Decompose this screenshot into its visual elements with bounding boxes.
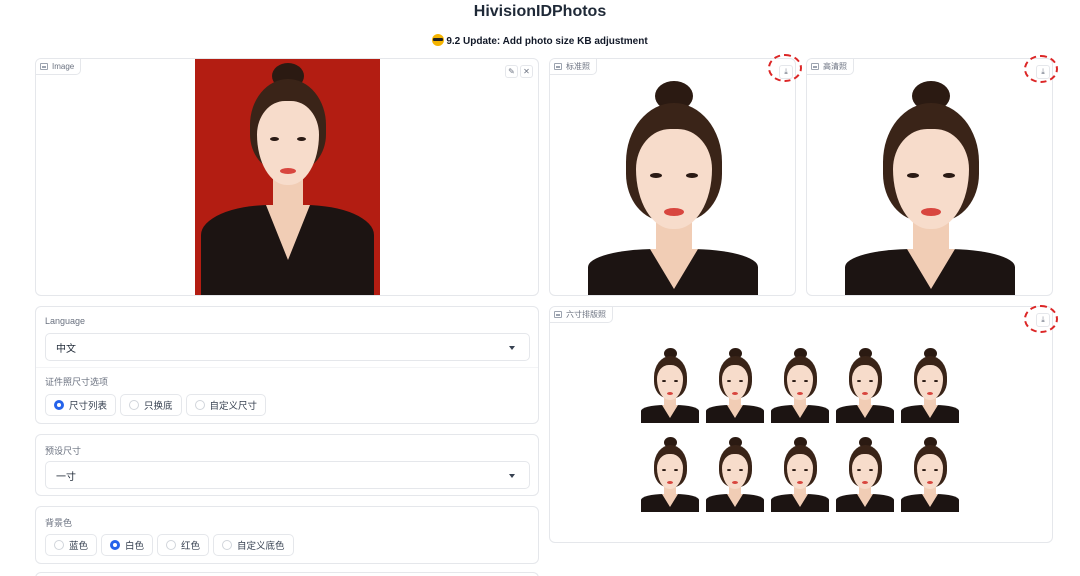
layout-label-chip: 六寸排版照 <box>550 307 613 323</box>
radio-label: 自定义底色 <box>237 541 285 552</box>
radio-custom-size[interactable]: 自定义尺寸 <box>185 394 267 416</box>
update-banner: 9.2 Update: Add photo size KB adjustment <box>0 34 1080 47</box>
radio-white[interactable]: 白色 <box>101 534 154 556</box>
standard-label-chip: 标准照 <box>550 59 597 75</box>
radio-label: 自定义尺寸 <box>209 401 258 412</box>
layout-thumbnail <box>771 347 829 423</box>
layout-thumbnail <box>771 436 829 512</box>
background-color-label: 背景色 <box>45 518 73 528</box>
radio-dot <box>110 540 121 550</box>
next-panel-edge <box>35 572 539 576</box>
hd-photo-panel: 高清照 ⤓ <box>806 58 1053 296</box>
uploaded-photo <box>195 59 380 295</box>
layout-thumbnail <box>641 347 699 423</box>
pencil-icon: ✎ <box>508 67 515 76</box>
download-icon: ⤓ <box>1041 67 1045 76</box>
radio-size-list[interactable]: 尺寸列表 <box>45 394 117 416</box>
image-label-chip: Image <box>36 59 82 75</box>
layout-photo-panel: 六寸排版照 ⤓ <box>549 306 1053 543</box>
standard-photo <box>588 77 758 295</box>
radio-dot <box>166 540 177 550</box>
hd-photo <box>845 77 1015 295</box>
chevron-down-icon <box>509 346 515 350</box>
radio-red[interactable]: 红色 <box>157 534 210 556</box>
hd-download-button[interactable]: ⤓ <box>1036 65 1050 79</box>
standard-label: 标准照 <box>566 62 590 71</box>
language-value: 中文 <box>56 343 76 355</box>
language-label: Language <box>45 316 86 326</box>
input-image-panel[interactable]: Image ✎ ✕ <box>35 58 539 296</box>
radio-change-bg-only[interactable]: 只换底 <box>120 394 182 416</box>
layout-thumbnail <box>901 436 959 512</box>
preset-size-label: 预设尺寸 <box>45 446 82 456</box>
image-icon <box>554 63 562 70</box>
update-text: 9.2 Update: Add photo size KB adjustment <box>446 36 648 47</box>
layout-thumbnail <box>836 347 894 423</box>
image-label: Image <box>52 62 75 71</box>
close-icon: ✕ <box>523 67 530 76</box>
app-title: HivisionIDPhotos <box>473 3 607 20</box>
clear-button[interactable]: ✕ <box>520 65 533 78</box>
download-icon: ⤓ <box>1041 315 1045 324</box>
preset-size-select[interactable]: 一寸 <box>45 461 530 489</box>
sunglasses-emoji-icon <box>432 34 445 46</box>
image-icon <box>811 63 819 70</box>
radio-custom-color[interactable]: 自定义底色 <box>213 534 294 556</box>
background-color-group: 蓝色 白色 红色 自定义底色 <box>45 534 294 556</box>
chevron-down-icon <box>509 474 515 478</box>
edit-button[interactable]: ✎ <box>505 65 518 78</box>
image-icon <box>554 311 562 318</box>
radio-dot <box>194 400 205 410</box>
size-options-group: 尺寸列表 只换底 自定义尺寸 <box>45 394 267 416</box>
layout-thumbnail <box>901 347 959 423</box>
radio-label: 白色 <box>125 541 145 552</box>
size-options-label: 证件照尺寸选项 <box>45 377 109 387</box>
preset-size-value: 一寸 <box>56 471 76 483</box>
language-select[interactable]: 中文 <box>45 333 530 361</box>
radio-label: 只换底 <box>144 401 173 412</box>
layout-download-button[interactable]: ⤓ <box>1036 313 1050 327</box>
background-color-panel: 背景色 蓝色 白色 红色 自定义底色 <box>35 506 539 564</box>
layout-label: 六寸排版照 <box>566 310 606 319</box>
radio-label: 尺寸列表 <box>69 401 108 412</box>
radio-dot <box>129 400 140 410</box>
hd-label: 高清照 <box>823 62 847 71</box>
download-icon: ⤓ <box>784 67 788 76</box>
layout-thumbnail <box>641 436 699 512</box>
radio-dot <box>54 540 64 550</box>
six-inch-layout-sheet <box>641 347 961 513</box>
layout-thumbnail <box>706 347 764 423</box>
language-panel: Language 中文 证件照尺寸选项 尺寸列表 只换底 自定义尺寸 <box>35 306 539 424</box>
hd-label-chip: 高清照 <box>807 59 854 75</box>
layout-thumbnail <box>836 436 894 512</box>
radio-label: 蓝色 <box>69 541 89 552</box>
radio-blue[interactable]: 蓝色 <box>45 534 98 556</box>
radio-label: 红色 <box>181 541 201 552</box>
layout-thumbnail <box>706 436 764 512</box>
radio-dot <box>222 540 233 550</box>
standard-photo-panel: 标准照 ⤓ <box>549 58 796 296</box>
radio-dot <box>54 400 64 410</box>
standard-download-button[interactable]: ⤓ <box>779 65 793 79</box>
preset-size-panel: 预设尺寸 一寸 <box>35 434 539 496</box>
image-icon <box>40 63 48 70</box>
